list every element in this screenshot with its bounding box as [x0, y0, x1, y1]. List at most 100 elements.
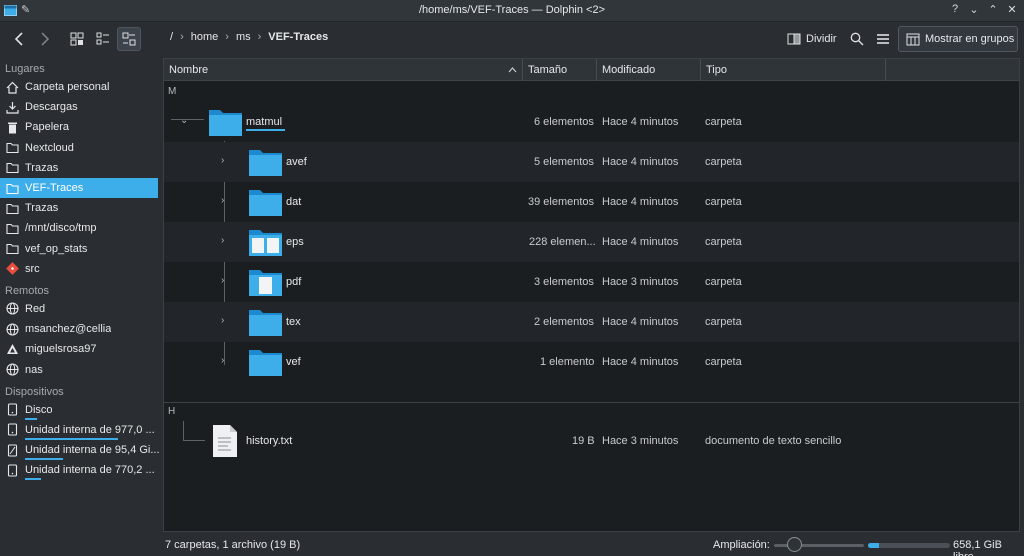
sidebar-item-label: Red: [25, 302, 46, 315]
forward-arrow-icon: [41, 32, 50, 46]
chevron-right-icon[interactable]: ›: [221, 235, 224, 246]
sidebar-item-label: src: [25, 262, 40, 275]
file-view[interactable]: Nombre Tamaño Modificado Tipo M ⌄ matmul…: [163, 58, 1020, 532]
file-modified: Hace 4 minutos: [602, 156, 679, 168]
file-type: carpeta: [705, 236, 742, 248]
chevron-right-icon[interactable]: ›: [221, 155, 224, 166]
folder-outline-icon: [6, 161, 19, 174]
icons-view-button[interactable]: [65, 27, 89, 51]
sidebar-item-disco[interactable]: Disco: [0, 400, 162, 420]
chevron-right-icon[interactable]: ›: [221, 275, 224, 286]
chevron-down-icon[interactable]: ⌄: [180, 115, 188, 126]
sidebar-item-unidad-95[interactable]: Unidad interna de 95,4 Gi...: [0, 440, 162, 461]
sidebar-item-mnt-disco-tmp[interactable]: /mnt/disco/tmp: [0, 218, 162, 238]
table-row[interactable]: history.txt 19 B Hace 3 minutos document…: [164, 421, 1019, 461]
file-type: documento de texto sencillo: [705, 435, 842, 447]
maximize-button[interactable]: ⌃: [987, 3, 999, 16]
sidebar-item-label: Carpeta personal: [25, 81, 110, 94]
sidebar-item-trash[interactable]: Papelera: [0, 117, 162, 137]
status-summary: 7 carpetas, 1 archivo (19 B): [165, 539, 301, 551]
breadcrumb-ms[interactable]: ms: [230, 31, 257, 43]
column-type-label: Tipo: [706, 64, 727, 76]
forward-button[interactable]: [34, 27, 56, 51]
back-arrow-icon: [14, 32, 23, 46]
column-size[interactable]: Tamaño: [523, 59, 597, 81]
folder-icon: [249, 310, 282, 336]
chevron-right-icon[interactable]: ›: [221, 355, 224, 366]
sidebar-item-trazas[interactable]: Trazas: [0, 158, 162, 178]
sort-ascending-icon: [508, 67, 517, 73]
column-size-label: Tamaño: [528, 64, 568, 76]
chevron-right-icon[interactable]: ›: [221, 315, 224, 326]
breadcrumb-root[interactable]: /: [164, 31, 179, 43]
sidebar-item-label: Papelera: [25, 121, 70, 134]
file-type: carpeta: [705, 316, 742, 328]
table-row[interactable]: › vef 1 elemento Hace 4 minutos carpeta: [164, 342, 1019, 382]
sidebar-item-trazas-2[interactable]: Trazas: [0, 198, 162, 218]
file-size: 2 elementos: [534, 316, 594, 328]
devices-section-title: Dispositivos: [5, 385, 64, 398]
file-name: history.txt: [246, 435, 293, 447]
split-view-icon: [787, 33, 801, 45]
back-button[interactable]: [8, 27, 30, 51]
sidebar-item-nas[interactable]: nas: [0, 359, 162, 379]
status-bar: 7 carpetas, 1 archivo (19 B) Ampliación:…: [0, 533, 1024, 556]
chevron-right-icon[interactable]: ›: [221, 195, 224, 206]
file-modified: Hace 4 minutos: [602, 356, 679, 368]
disk-usage-bar: [25, 478, 41, 481]
git-icon: [6, 262, 19, 276]
compact-view-button[interactable]: [91, 27, 115, 51]
column-modified[interactable]: Modificado: [597, 59, 701, 81]
file-size: 19 B: [572, 435, 595, 447]
breadcrumb-home[interactable]: home: [185, 31, 225, 43]
compact-view-icon: [96, 32, 109, 45]
table-row[interactable]: › tex 2 elementos Hace 4 minutos carpeta: [164, 302, 1019, 342]
table-row[interactable]: › dat 39 elementos Hace 4 minutos carpet…: [164, 182, 1019, 222]
drive-icon: [6, 423, 19, 436]
sidebar-item-nextcloud[interactable]: Nextcloud: [0, 138, 162, 158]
title-bar: ✎ /home/ms/VEF-Traces — Dolphin <2> ? ⌄ …: [0, 0, 1024, 22]
sidebar-item-home[interactable]: Carpeta personal: [0, 77, 162, 97]
sidebar-item-label: Unidad interna de 95,4 Gi...: [25, 444, 160, 457]
search-button[interactable]: [847, 27, 867, 51]
help-button[interactable]: ?: [949, 3, 961, 16]
file-name: dat: [286, 196, 302, 208]
sidebar-item-unidad-977[interactable]: Unidad interna de 977,0 ...: [0, 420, 162, 440]
table-row[interactable]: ⌄ matmul 6 elementos Hace 4 minutos carp…: [164, 102, 1019, 142]
sidebar-item-src[interactable]: src: [0, 259, 162, 279]
zoom-label: Ampliación:: [713, 539, 770, 551]
file-modified: Hace 4 minutos: [602, 116, 679, 128]
sidebar-item-vef-op-stats[interactable]: vef_op_stats: [0, 239, 162, 259]
sidebar-item-label: Unidad interna de 977,0 ...: [25, 423, 155, 436]
toolbar: / › home › ms › VEF-Traces Dividir Mostr…: [0, 22, 1024, 57]
sidebar-item-miguelsrosa97[interactable]: miguelsrosa97: [0, 339, 162, 359]
drive-icon: [6, 464, 19, 477]
close-button[interactable]: ✕: [1006, 3, 1018, 16]
minimize-button[interactable]: ⌄: [968, 3, 980, 16]
file-name: vef: [286, 356, 301, 368]
zoom-slider-handle[interactable]: [787, 537, 802, 552]
menu-button[interactable]: [873, 27, 893, 51]
table-row[interactable]: › avef 5 elementos Hace 4 minutos carpet…: [164, 142, 1019, 182]
group-header-m: M: [168, 86, 177, 97]
table-row[interactable]: › eps 228 elemen... Hace 4 minutos carpe…: [164, 222, 1019, 262]
column-name-label: Nombre: [169, 64, 209, 76]
details-view-button[interactable]: [117, 27, 141, 51]
file-modified: Hace 3 minutos: [602, 435, 679, 447]
column-name[interactable]: Nombre: [164, 59, 523, 81]
column-modified-label: Modificado: [602, 64, 656, 76]
split-button[interactable]: Dividir: [787, 27, 837, 51]
file-name: matmul: [246, 116, 283, 128]
google-drive-icon: [6, 343, 19, 356]
sidebar-item-unidad-770[interactable]: Unidad interna de 770,2 ...: [0, 460, 162, 481]
table-row[interactable]: › pdf 3 elementos Hace 3 minutos carpeta: [164, 262, 1019, 302]
sidebar-item-red[interactable]: Red: [0, 299, 162, 319]
sidebar-item-msanchez-cellia[interactable]: msanchez@cellia: [0, 319, 162, 339]
sidebar-item-downloads[interactable]: Descargas: [0, 97, 162, 117]
sidebar-item-vef-traces[interactable]: VEF-Traces: [0, 177, 158, 199]
column-type[interactable]: Tipo: [701, 59, 886, 81]
breadcrumb-current[interactable]: VEF-Traces: [262, 31, 334, 43]
folder-outline-icon: [6, 202, 19, 215]
free-space-bar[interactable]: [868, 543, 950, 548]
show-in-groups-button[interactable]: Mostrar en grupos: [898, 26, 1018, 52]
